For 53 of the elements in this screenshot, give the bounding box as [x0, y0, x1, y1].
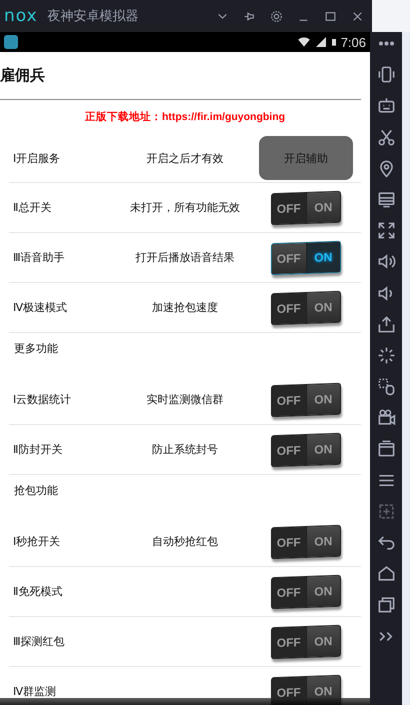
- row-description: 打开后播放语音结果: [134, 250, 236, 265]
- row-description: 防止系统封号: [151, 442, 219, 457]
- recent-icon[interactable]: [376, 595, 396, 614]
- row-description: 加速抢包速度: [151, 300, 219, 315]
- add-icon[interactable]: [376, 502, 396, 521]
- fullscreen-icon[interactable]: [376, 221, 396, 240]
- screen-icon[interactable]: [376, 190, 396, 209]
- toggle-switch[interactable]: OFF ON: [271, 524, 341, 559]
- toggle-switch[interactable]: OFF ON: [271, 624, 341, 659]
- section-header: 抢包功能: [13, 483, 59, 499]
- row-label: Ⅳ群监测: [12, 684, 58, 699]
- home-icon[interactable]: [376, 564, 396, 584]
- row-label: Ⅰ秒抢开关: [12, 534, 62, 549]
- clock: 7:06: [340, 34, 366, 50]
- loading-icon[interactable]: [376, 346, 396, 365]
- row-label: Ⅰ云数据统计: [12, 392, 72, 407]
- section-header: 更多功能: [13, 341, 59, 357]
- row-label: Ⅳ极速模式: [12, 300, 68, 315]
- signal-icon: [314, 35, 327, 49]
- toggle-switch[interactable]: OFF ON: [271, 432, 341, 467]
- nox-logo: nox: [4, 6, 38, 26]
- row-label: Ⅱ防封开关: [12, 442, 64, 457]
- phone-icon[interactable]: [376, 65, 396, 84]
- row-description: 自动秒抢红包: [151, 534, 219, 549]
- window-icon[interactable]: [376, 439, 396, 458]
- app-icon: [4, 35, 18, 49]
- row-label: Ⅱ免死模式: [12, 584, 64, 599]
- window-title: 夜神安卓模拟器: [48, 8, 140, 25]
- upload-icon[interactable]: [376, 314, 396, 334]
- volume-up-icon[interactable]: [376, 252, 396, 272]
- row-label: Ⅲ探测红包: [12, 634, 66, 649]
- pin-icon[interactable]: [243, 10, 256, 22]
- enable-button[interactable]: 开启辅助: [259, 136, 353, 180]
- settings-icon[interactable]: [270, 10, 283, 22]
- row-label: Ⅱ总开关: [12, 200, 52, 215]
- maximize-icon[interactable]: [324, 10, 337, 22]
- row-description: 实时监测微信群: [146, 392, 224, 407]
- camera-icon[interactable]: [376, 408, 396, 428]
- toggle-switch[interactable]: OFF ON: [271, 382, 341, 417]
- toggle-switch[interactable]: OFF ON: [271, 240, 341, 275]
- toggle-switch[interactable]: OFF ON: [271, 290, 341, 325]
- row-description: 未打开，所有功能无效: [129, 200, 241, 215]
- row-label: Ⅰ开启服务: [12, 150, 62, 166]
- toggle-switch[interactable]: OFF ON: [271, 574, 341, 609]
- row-description: 开启之后才有效: [146, 150, 224, 166]
- close-icon[interactable]: [351, 10, 364, 22]
- mouse-icon[interactable]: [376, 377, 396, 396]
- app-title: 雇佣兵: [0, 66, 45, 85]
- wifi-icon: [296, 35, 312, 49]
- row-label: Ⅲ语音助手: [12, 250, 66, 265]
- toggle-switch[interactable]: OFF ON: [271, 190, 341, 225]
- download-link[interactable]: 正版下载地址：https://fir.im/guyongbing: [0, 100, 370, 134]
- scissors-icon[interactable]: [376, 128, 396, 147]
